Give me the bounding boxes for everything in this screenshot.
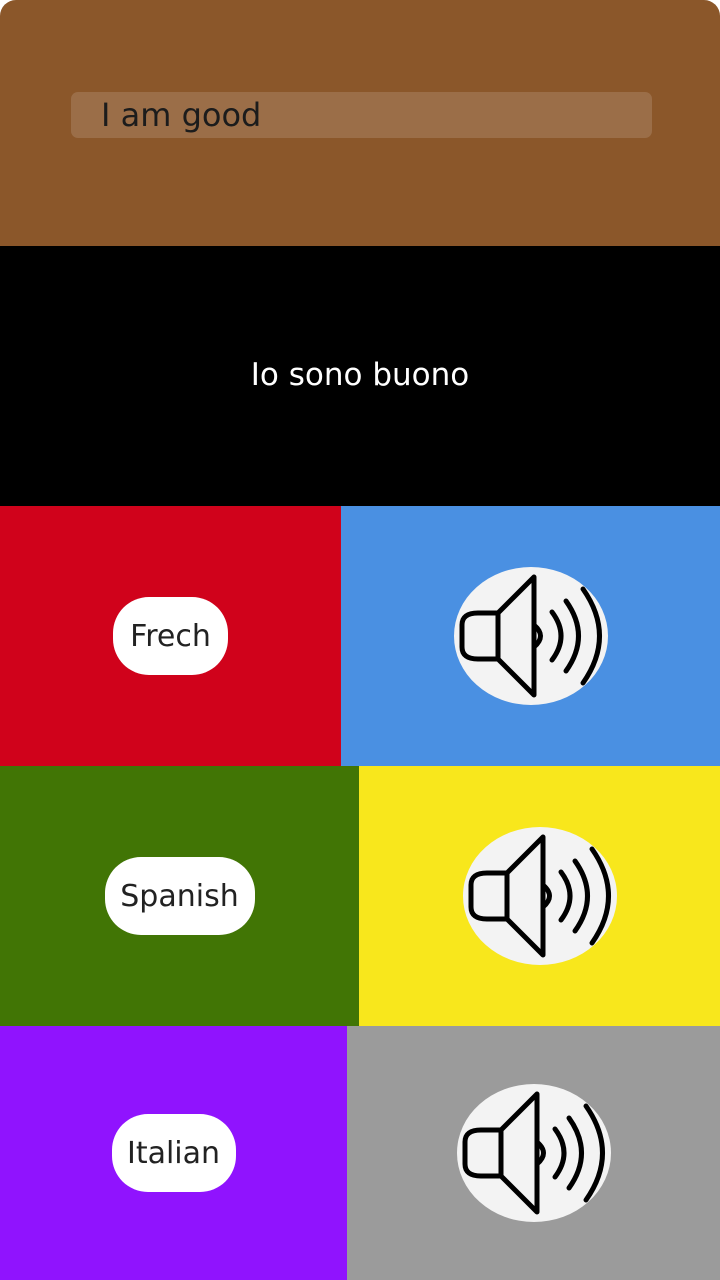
italian-label-cell: Italian (0, 1026, 347, 1280)
spanish-speak-button[interactable] (462, 827, 617, 965)
spanish-button[interactable]: Spanish (104, 857, 255, 935)
italian-speak-button[interactable] (456, 1084, 611, 1222)
spanish-label-cell: Spanish (0, 766, 359, 1026)
french-speaker-cell (341, 506, 720, 766)
language-row-spanish: Spanish (0, 766, 720, 1026)
translation-panel: Io sono buono (0, 246, 720, 506)
speaker-icon (457, 1084, 611, 1222)
translator-app: Io sono buono Frech (0, 0, 720, 1280)
french-label-cell: Frech (0, 506, 341, 766)
french-speak-button[interactable] (453, 567, 608, 705)
translation-output: Io sono buono (250, 357, 470, 393)
italian-button[interactable]: Italian (111, 1114, 236, 1192)
language-row-italian: Italian (0, 1026, 720, 1280)
language-row-french: Frech (0, 506, 720, 766)
text-input[interactable] (71, 92, 652, 138)
speaker-icon (463, 827, 617, 965)
french-button[interactable]: Frech (113, 597, 228, 675)
speaker-icon (454, 567, 608, 705)
spanish-speaker-cell (359, 766, 720, 1026)
input-panel (0, 0, 720, 246)
italian-speaker-cell (347, 1026, 720, 1280)
